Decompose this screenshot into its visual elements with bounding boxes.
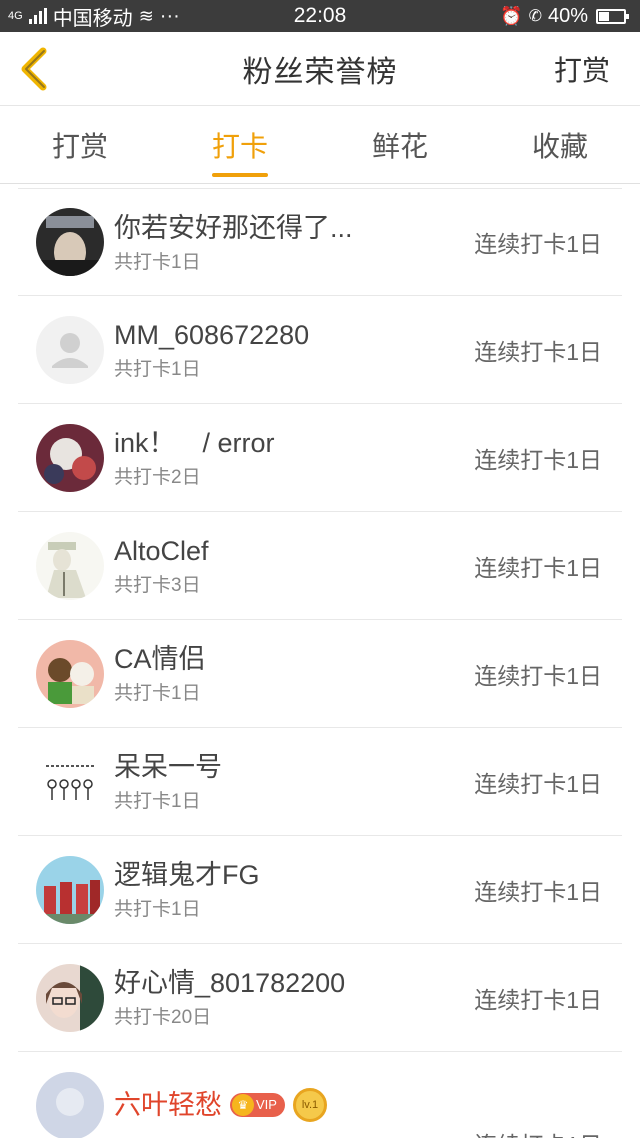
fan-list: 你若安好那还得了... 共打卡1日 连续打卡1日 MM_608672280 共打…: [0, 188, 640, 1138]
user-name: 六叶轻愁: [114, 1090, 222, 1120]
streak-label: 连续打卡1日: [474, 662, 602, 689]
total-checkins: 共打卡3日: [114, 575, 201, 596]
avatar[interactable]: [36, 423, 104, 492]
avatar[interactable]: [36, 747, 104, 816]
level-medal-icon: lv.1: [292, 1088, 327, 1122]
vip-badge: ♛ VIP: [230, 1093, 285, 1117]
streak-label: 连续打卡1日: [474, 554, 602, 581]
battery-icon: [596, 8, 629, 24]
total-checkins: 共打卡1日: [114, 683, 201, 704]
battery-percent: 40%: [547, 4, 588, 27]
avatar[interactable]: [36, 639, 104, 708]
avatar[interactable]: [36, 963, 104, 1032]
back-button[interactable]: [14, 44, 54, 94]
user-name: 好心情_801782200: [114, 968, 346, 998]
wifi-icon: ≋: [138, 6, 154, 26]
total-checkins: 共打卡1日: [114, 899, 201, 920]
list-item[interactable]: 呆呆一号 共打卡1日 连续打卡1日: [18, 728, 622, 836]
tab-favorites[interactable]: 收藏: [480, 106, 640, 183]
alarm-icon: ⏰: [500, 5, 523, 26]
page-title: 粉丝荣誉榜: [242, 55, 398, 89]
streak-label: 连续打卡1日: [474, 338, 602, 365]
vip-label: VIP: [256, 1097, 277, 1112]
item-text: 六叶轻愁 ♛ VIP lv.1: [114, 1088, 474, 1124]
user-name: 你若安好那还得了...: [114, 212, 353, 243]
total-checkins: 共打卡20日: [114, 1007, 212, 1028]
status-left: 4G 中国移动 ≋ ···: [8, 2, 180, 31]
streak-label: 连续打卡1日: [474, 986, 602, 1013]
user-name: MM_608672280: [114, 320, 310, 350]
item-text: 逻辑鬼才FG 共打卡1日: [114, 858, 474, 921]
list-item[interactable]: MM_608672280 共打卡1日 连续打卡1日: [18, 296, 622, 404]
list-item[interactable]: CA情侣 共打卡1日 连续打卡1日: [18, 620, 622, 728]
tab-reward[interactable]: 打赏: [0, 106, 160, 183]
default-avatar-icon[interactable]: [36, 315, 104, 384]
signal-icon: [28, 8, 47, 24]
avatar[interactable]: [36, 531, 104, 600]
list-item[interactable]: 你若安好那还得了... 共打卡1日 连续打卡1日: [18, 188, 622, 296]
user-name: ink！ / error: [114, 428, 275, 458]
avatar[interactable]: [36, 208, 104, 276]
tab-flowers[interactable]: 鲜花: [320, 106, 480, 183]
item-text: 好心情_801782200 共打卡20日: [114, 966, 474, 1029]
user-name-row: 六叶轻愁 ♛ VIP lv.1: [114, 1088, 474, 1122]
list-item[interactable]: ink！ / error 共打卡2日 连续打卡1日: [18, 404, 622, 512]
tab-checkin[interactable]: 打卡: [160, 106, 320, 183]
item-text: AltoClef 共打卡3日: [114, 534, 474, 597]
streak-label: 连续打卡1日: [474, 878, 602, 905]
battery-fill: [599, 11, 609, 21]
streak-label: 连续打卡1日: [474, 1126, 602, 1138]
total-checkins: 共打卡2日: [114, 467, 201, 488]
carrier-name: 中国移动: [52, 7, 133, 30]
streak-label: 连续打卡1日: [474, 770, 602, 797]
item-text: MM_608672280 共打卡1日: [114, 318, 474, 381]
nav-bar: 粉丝荣誉榜 打赏: [0, 32, 640, 106]
avatar[interactable]: [36, 1072, 104, 1138]
reward-button[interactable]: 打赏: [554, 49, 610, 89]
item-text: 你若安好那还得了... 共打卡1日: [114, 211, 474, 274]
status-time: 22:08: [293, 4, 347, 27]
item-text: ink！ / error 共打卡2日: [114, 426, 474, 489]
item-text: 呆呆一号 共打卡1日: [114, 750, 474, 813]
user-name: CA情侣: [114, 644, 206, 674]
status-bar: 4G 中国移动 ≋ ··· 22:08 ⏰ ✆ 40%: [0, 0, 640, 32]
streak-label: 连续打卡1日: [474, 231, 602, 257]
chevron-left-icon: [21, 47, 47, 90]
level-label: lv.1: [301, 1099, 319, 1111]
total-checkins: 共打卡1日: [114, 251, 201, 273]
user-name: 逻辑鬼才FG: [114, 860, 260, 890]
crown-icon: ♛: [232, 1094, 254, 1116]
tab-bar: 打赏 打卡 鲜花 收藏: [0, 106, 640, 184]
status-right: ⏰ ✆ 40%: [500, 4, 629, 28]
call-hd-icon: ✆: [528, 8, 542, 25]
avatar[interactable]: [36, 855, 104, 924]
list-item[interactable]: 好心情_801782200 共打卡20日 连续打卡1日: [18, 944, 622, 1052]
total-checkins: 共打卡1日: [114, 791, 201, 812]
list-item[interactable]: 六叶轻愁 ♛ VIP lv.1 连续打卡1日: [18, 1052, 622, 1138]
more-icon: ···: [159, 4, 180, 27]
user-name: AltoClef: [114, 536, 209, 566]
streak-label: 连续打卡1日: [474, 446, 602, 473]
total-checkins: 共打卡1日: [114, 359, 201, 380]
network-type: 4G: [8, 10, 23, 22]
list-item[interactable]: AltoClef 共打卡3日 连续打卡1日: [18, 512, 622, 620]
item-text: CA情侣 共打卡1日: [114, 642, 474, 705]
list-item[interactable]: 逻辑鬼才FG 共打卡1日 连续打卡1日: [18, 836, 622, 944]
user-name: 呆呆一号: [114, 752, 222, 782]
